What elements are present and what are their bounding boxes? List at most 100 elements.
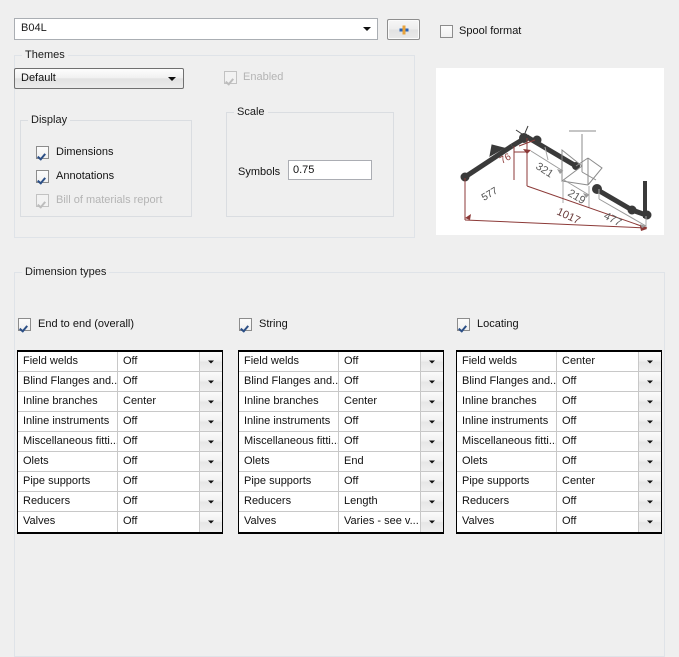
table-row[interactable]: Blind Flanges and...Off [239, 372, 443, 392]
iso-style-combobox[interactable]: B04L [14, 18, 378, 40]
row-value-cell[interactable]: Off [118, 412, 199, 431]
row-value-cell[interactable]: Off [118, 352, 199, 371]
table-row[interactable]: Field weldsCenter [457, 352, 661, 372]
row-value-cell[interactable]: Center [339, 392, 420, 411]
chevron-down-icon[interactable] [420, 452, 443, 471]
theme-combobox[interactable]: Default [14, 68, 184, 89]
table-row[interactable]: OletsOff [457, 452, 661, 472]
table-row[interactable]: Miscellaneous fitti...Off [18, 432, 222, 452]
row-value-cell[interactable]: End [339, 452, 420, 471]
row-value-cell[interactable]: Off [557, 372, 638, 391]
row-value-cell[interactable]: Off [118, 452, 199, 471]
row-value-cell[interactable]: Off [118, 472, 199, 491]
chevron-down-icon[interactable] [638, 452, 661, 471]
chevron-down-icon[interactable] [420, 492, 443, 511]
table-row[interactable]: Inline instrumentsOff [239, 412, 443, 432]
symbols-input[interactable]: 0.75 [288, 160, 372, 180]
row-value-cell[interactable]: Off [557, 412, 638, 431]
table-row[interactable]: ReducersOff [457, 492, 661, 512]
row-value-cell[interactable]: Off [339, 372, 420, 391]
chevron-down-icon[interactable] [163, 69, 181, 88]
row-name-cell: Miscellaneous fitti... [239, 432, 339, 451]
row-value-cell[interactable]: Length [339, 492, 420, 511]
table-row[interactable]: Blind Flanges and...Off [18, 372, 222, 392]
table-row[interactable]: ValvesOff [18, 512, 222, 532]
row-value-cell[interactable]: Center [557, 352, 638, 371]
table-row[interactable]: Inline instrumentsOff [18, 412, 222, 432]
display-checkbox-dimensions[interactable]: Dimensions [36, 146, 113, 159]
row-value-cell[interactable]: Off [118, 372, 199, 391]
table-row[interactable]: Blind Flanges and...Off [457, 372, 661, 392]
table-row[interactable]: Pipe supportsCenter [457, 472, 661, 492]
table-row[interactable]: OletsEnd [239, 452, 443, 472]
display-checkbox-dimensions-box[interactable] [36, 146, 49, 159]
checkbox-string[interactable]: String [239, 318, 288, 331]
chevron-down-icon[interactable] [638, 512, 661, 532]
row-value-cell[interactable]: Off [557, 512, 638, 532]
table-row[interactable]: Miscellaneous fitti...Off [239, 432, 443, 452]
table-row[interactable]: ReducersOff [18, 492, 222, 512]
chevron-down-icon[interactable] [420, 372, 443, 391]
table-row[interactable]: Pipe supportsOff [239, 472, 443, 492]
chevron-down-icon[interactable] [199, 472, 222, 491]
spool-format-checkbox[interactable]: Spool format [440, 25, 521, 38]
row-value-cell[interactable]: Off [118, 432, 199, 451]
chevron-down-icon[interactable] [199, 452, 222, 471]
row-value-cell[interactable]: Off [557, 432, 638, 451]
add-style-button[interactable] [387, 19, 420, 40]
display-checkbox-annotations-box[interactable] [36, 170, 49, 183]
checkbox-end-to-end-box[interactable] [18, 318, 31, 331]
checkbox-end-to-end[interactable]: End to end (overall) [18, 318, 134, 331]
row-value-cell[interactable]: Off [118, 492, 199, 511]
chevron-down-icon[interactable] [199, 432, 222, 451]
chevron-down-icon[interactable] [420, 472, 443, 491]
table-row[interactable]: Inline instrumentsOff [457, 412, 661, 432]
table-row[interactable]: Inline branchesCenter [18, 392, 222, 412]
row-value-cell[interactable]: Off [339, 472, 420, 491]
row-value-cell[interactable]: Center [118, 392, 199, 411]
table-row[interactable]: Field weldsOff [239, 352, 443, 372]
row-value-cell[interactable]: Off [557, 492, 638, 511]
display-checkbox-annotations[interactable]: Annotations [36, 170, 114, 183]
chevron-down-icon[interactable] [199, 372, 222, 391]
row-value-cell[interactable]: Off [557, 452, 638, 471]
table-row[interactable]: Miscellaneous fitti...Off [457, 432, 661, 452]
chevron-down-icon[interactable] [199, 392, 222, 411]
chevron-down-icon[interactable] [199, 492, 222, 511]
chevron-down-icon[interactable] [420, 412, 443, 431]
chevron-down-icon[interactable] [199, 352, 222, 371]
checkbox-locating-box[interactable] [457, 318, 470, 331]
chevron-down-icon[interactable] [638, 412, 661, 431]
chevron-down-icon[interactable] [199, 412, 222, 431]
checkbox-locating[interactable]: Locating [457, 318, 519, 331]
table-row[interactable]: OletsOff [18, 452, 222, 472]
chevron-down-icon[interactable] [638, 352, 661, 371]
chevron-down-icon[interactable] [638, 472, 661, 491]
row-value-cell[interactable]: Off [339, 352, 420, 371]
row-value-cell[interactable]: Off [118, 512, 199, 532]
row-value-cell[interactable]: Off [339, 432, 420, 451]
table-row[interactable]: Field weldsOff [18, 352, 222, 372]
chevron-down-icon[interactable] [638, 432, 661, 451]
chevron-down-icon[interactable] [420, 432, 443, 451]
row-value-cell[interactable]: Varies - see v... [339, 512, 420, 532]
row-value-cell[interactable]: Center [557, 472, 638, 491]
row-value-cell[interactable]: Off [557, 392, 638, 411]
chevron-down-icon[interactable] [638, 372, 661, 391]
checkbox-string-box[interactable] [239, 318, 252, 331]
table-row[interactable]: Inline branchesCenter [239, 392, 443, 412]
table-row[interactable]: Pipe supportsOff [18, 472, 222, 492]
table-row[interactable]: ValvesOff [457, 512, 661, 532]
table-row[interactable]: ValvesVaries - see v... [239, 512, 443, 532]
table-row[interactable]: Inline branchesOff [457, 392, 661, 412]
table-row[interactable]: ReducersLength [239, 492, 443, 512]
chevron-down-icon[interactable] [420, 352, 443, 371]
chevron-down-icon[interactable] [420, 392, 443, 411]
chevron-down-icon[interactable] [638, 392, 661, 411]
chevron-down-icon[interactable] [420, 512, 443, 532]
chevron-down-icon[interactable] [199, 512, 222, 532]
row-value-cell[interactable]: Off [339, 412, 420, 431]
spool-format-checkbox-box[interactable] [440, 25, 453, 38]
chevron-down-icon[interactable] [357, 19, 377, 39]
chevron-down-icon[interactable] [638, 492, 661, 511]
